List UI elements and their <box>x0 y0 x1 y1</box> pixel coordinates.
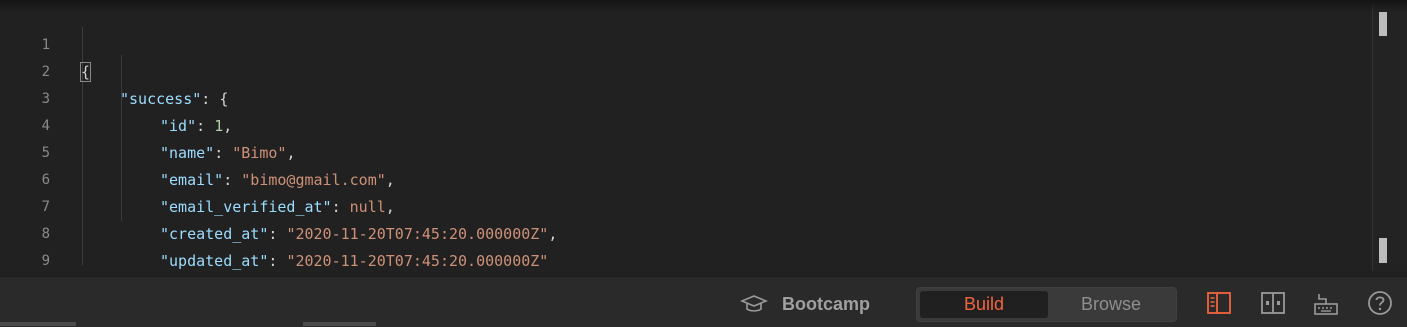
panel-resize-handle[interactable] <box>303 322 376 326</box>
code-line-5: 5 "email": "bimo@gmail.com", <box>0 113 1372 189</box>
vertical-scrollbar[interactable] <box>1372 0 1407 271</box>
bootcamp-link[interactable]: Bootcamp <box>740 293 870 315</box>
code-line-6: 6 "email_verified_at": null, <box>0 140 1372 216</box>
single-pane-layout-icon[interactable] <box>1206 290 1232 316</box>
build-browse-toggle: Build Browse <box>916 287 1177 322</box>
scrollbar-thumb-bottom[interactable] <box>1379 238 1387 263</box>
build-tab[interactable]: Build <box>920 291 1048 318</box>
two-pane-layout-icon[interactable] <box>1260 290 1286 316</box>
code-line-1: 1 { <box>0 5 1372 82</box>
panel-resize-handle[interactable] <box>0 322 76 326</box>
browse-tab[interactable]: Browse <box>1048 291 1174 318</box>
code-line-3: 3 "id": 1, <box>0 59 1372 135</box>
code-line-8: 8 "updated_at": "2020-11-20T07:45:20.000… <box>0 194 1372 270</box>
scrollbar-thumb-top[interactable] <box>1379 12 1387 36</box>
keyboard-icon[interactable] <box>1313 290 1339 316</box>
help-icon[interactable] <box>1367 290 1393 316</box>
code-line-7: 7 "created_at": "2020-11-20T07:45:20.000… <box>0 167 1372 243</box>
status-bar: Bootcamp Build Browse <box>0 276 1407 327</box>
graduation-cap-icon <box>740 295 768 312</box>
code-line-4: 4 "name": "Bimo", <box>0 86 1372 162</box>
code-line-9: 9 } <box>0 221 1372 269</box>
code-line-10: 10 } <box>0 248 1372 271</box>
bootcamp-label: Bootcamp <box>782 293 871 314</box>
code-editor[interactable]: 1 { 2 "success": { 3 "id": 1, 4 "name": … <box>0 5 1372 271</box>
code-line-2: 2 "success": { <box>0 32 1372 108</box>
